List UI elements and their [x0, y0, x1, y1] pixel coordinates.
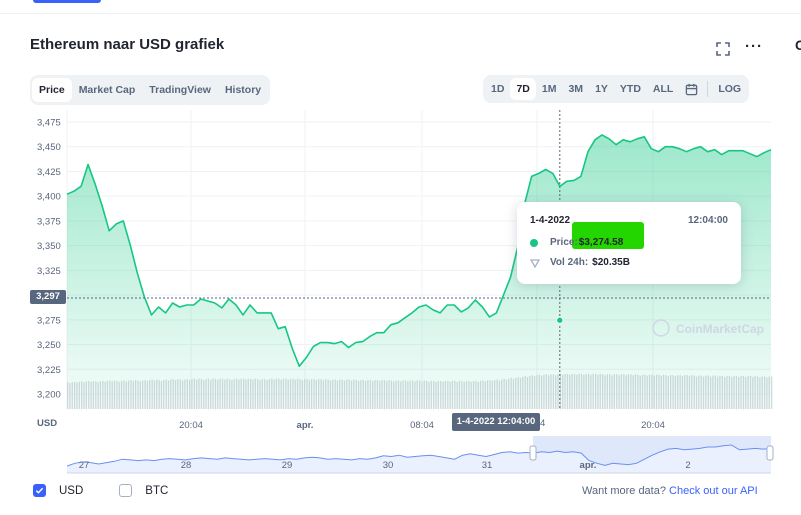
range-selector: 1D 7D 1M 3M 1Y YTD ALL LOG: [483, 75, 750, 103]
navigator-label: 31: [482, 460, 493, 471]
api-link[interactable]: Check out our API: [669, 485, 758, 497]
btc-label: BTC: [145, 484, 169, 497]
tooltip-time: 12:04:00: [687, 215, 728, 226]
price-chart[interactable]: 3,4753,4503,4253,4003,3753,3503,3253,300…: [0, 105, 801, 485]
tooltip-volume-row: Vol 24h: $20.35B: [530, 257, 630, 268]
volume-icon: [530, 258, 540, 268]
x-tick-label: 08:04: [410, 420, 434, 431]
fullscreen-icon: [716, 42, 730, 56]
api-promo: Want more data? Check out our API: [582, 485, 758, 497]
legend-btc[interactable]: BTC: [119, 484, 168, 497]
y-tick-label: 3,350: [37, 241, 61, 252]
price-dot-icon: [530, 238, 538, 247]
tab-market-cap[interactable]: Market Cap: [72, 78, 143, 102]
chart-title: Ethereum naar USD grafiek: [30, 36, 225, 53]
x-tick-label: 20:04: [641, 420, 665, 431]
tooltip-date: 1-4-2022: [530, 215, 571, 226]
range-divider: [707, 81, 709, 97]
volume-bar: [771, 376, 773, 409]
watermark-text: CoinMarketCap: [676, 322, 764, 336]
navigator-label: apr.: [580, 460, 597, 471]
tooltip-price-label: Price:: [550, 237, 578, 248]
tooltip-volume-label: Vol 24h:: [550, 257, 589, 268]
navigator-label: 27: [79, 460, 90, 471]
log-toggle[interactable]: LOG: [712, 78, 747, 100]
tab-history[interactable]: History: [218, 78, 268, 102]
tooltip-volume-value: $20.35B: [592, 257, 630, 268]
tab-price[interactable]: Price: [32, 78, 72, 102]
legend-usd[interactable]: USD: [33, 484, 83, 497]
navigator-label: 2: [685, 460, 690, 471]
check-icon: [35, 487, 44, 494]
currency-legend: USD BTC: [33, 484, 204, 497]
range-7d[interactable]: 7D: [510, 78, 536, 100]
range-all[interactable]: ALL: [647, 78, 679, 100]
range-1m[interactable]: 1M: [536, 78, 563, 100]
current-price-label: 3,297: [30, 290, 66, 304]
y-tick-label: 3,425: [37, 167, 61, 178]
navigator-label: 28: [181, 460, 192, 471]
y-tick-label: 3,200: [37, 390, 61, 401]
navigator-label: 30: [383, 460, 394, 471]
usd-label: USD: [59, 484, 84, 497]
y-tick-label: 3,450: [37, 142, 61, 153]
edge-glyph: C: [795, 37, 801, 53]
tooltip-price-row: Price: $3,274.58: [530, 237, 623, 248]
navigator-handle-right: [766, 445, 774, 461]
range-1y[interactable]: 1Y: [589, 78, 614, 100]
y-tick-label: 3,325: [37, 266, 61, 277]
tab-tradingview[interactable]: TradingView: [142, 78, 218, 102]
calendar-button[interactable]: [679, 78, 703, 100]
api-prefix: Want more data?: [582, 485, 666, 497]
hover-point: [556, 316, 564, 324]
y-tick-label: 3,250: [37, 340, 61, 351]
calendar-icon: [685, 83, 698, 95]
top-blue-tab[interactable]: [33, 0, 101, 3]
navigator-handle-left: [529, 445, 537, 461]
y-tick-label: 3,400: [37, 192, 61, 203]
hover-date-overflow: 4: [540, 418, 546, 429]
y-tick-label: 3,475: [37, 118, 61, 129]
chart-type-tabs: Price Market Cap TradingView History: [30, 75, 271, 105]
y-tick-label: 3,225: [37, 365, 61, 376]
price-tooltip: 1-4-2022 12:04:00 Price: $3,274.58 Vol 2…: [517, 202, 741, 284]
range-ytd[interactable]: YTD: [614, 78, 647, 100]
tooltip-price-value: $3,274.58: [578, 237, 624, 248]
navigator-label: 29: [282, 460, 293, 471]
fullscreen-button[interactable]: [715, 41, 731, 57]
top-strip: [0, 0, 801, 14]
usd-checkbox[interactable]: [33, 484, 46, 497]
range-1d[interactable]: 1D: [485, 78, 510, 100]
currency-axis-label: USD: [37, 418, 57, 429]
x-tick-label: apr.: [297, 420, 314, 431]
y-tick-label: 3,275: [37, 315, 61, 326]
y-tick-label: 3,375: [37, 216, 61, 227]
x-tick-label: 20:04: [179, 420, 203, 431]
hover-date-label: 1-4-2022 12:04:00: [452, 413, 540, 431]
more-options-button[interactable]: ···: [745, 38, 767, 56]
range-3m[interactable]: 3M: [562, 78, 589, 100]
btc-checkbox[interactable]: [119, 484, 133, 497]
